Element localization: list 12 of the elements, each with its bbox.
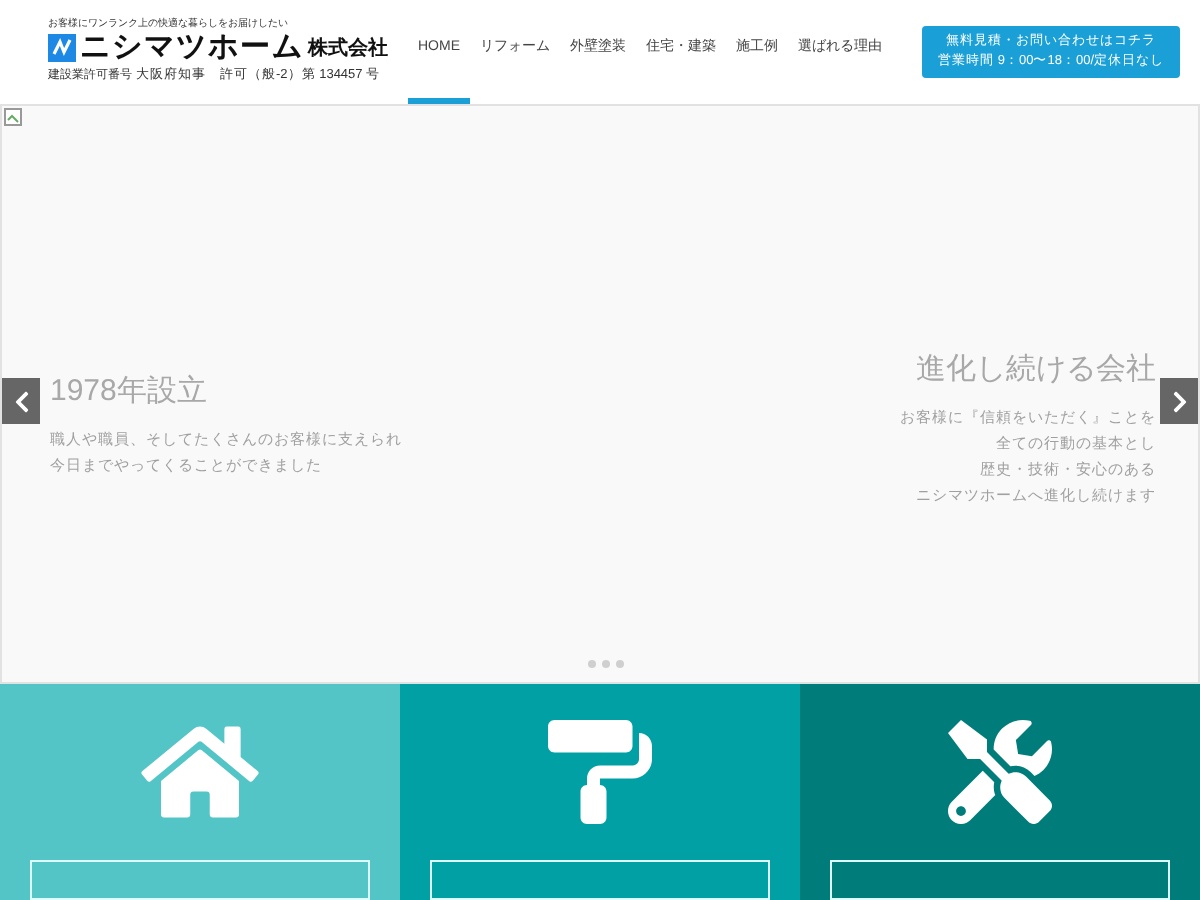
slide-title: 進化し続ける会社 [916,349,1156,390]
service-panel[interactable] [0,684,400,900]
company-suffix: 株式会社 [308,35,388,64]
next-button[interactable] [1160,378,1198,425]
previous-button[interactable] [2,378,40,425]
chevron-right-icon [1171,389,1187,414]
service-panel[interactable] [800,684,1200,900]
chevron-left-icon [13,389,29,414]
slide-title: 1978年設立 [50,371,207,412]
service-panel[interactable] [400,684,800,900]
company-name: ニシマツホーム [80,30,304,67]
logo-icon [48,34,76,63]
